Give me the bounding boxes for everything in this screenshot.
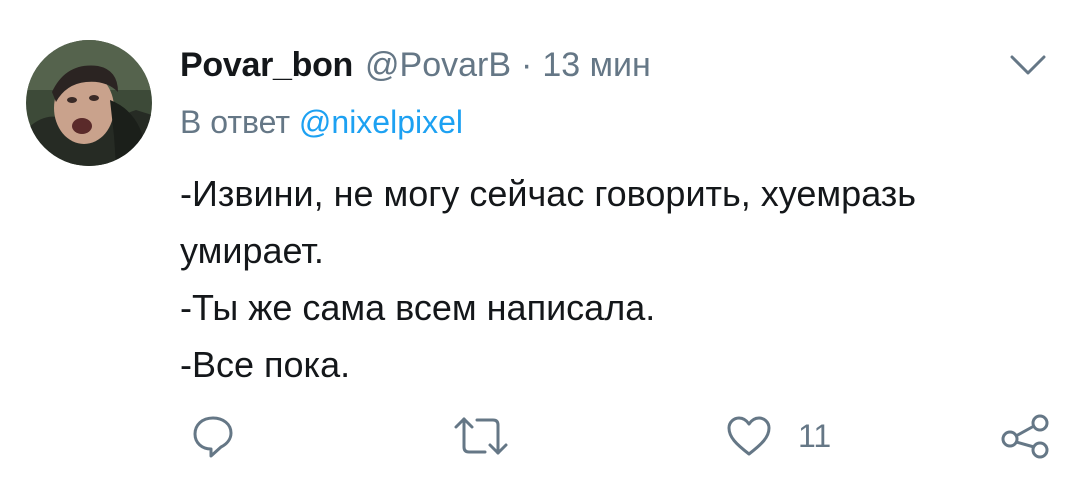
like-count: 11: [798, 417, 832, 454]
reply-icon: [190, 413, 236, 459]
like-button[interactable]: 11: [726, 412, 831, 460]
share-icon: [1000, 413, 1052, 459]
tweet-text-line: умирает.: [180, 230, 324, 271]
tweet-header: Povar_bon @PovarB · 13 мин: [180, 41, 651, 89]
reply-button[interactable]: [190, 412, 236, 460]
retweet-button[interactable]: [452, 412, 510, 460]
reply-mention-link[interactable]: @nixelpixel: [299, 104, 463, 140]
avatar[interactable]: [26, 40, 152, 166]
share-button[interactable]: [1000, 412, 1052, 460]
tweet-text-line: -Извини, не могу сейчас говорить, хуемра…: [180, 173, 917, 214]
like-icon: [726, 414, 772, 458]
tweet-text-line: -Ты же сама всем написала.: [180, 287, 656, 328]
user-handle[interactable]: @PovarB: [365, 46, 511, 85]
tweet-text: -Извини, не могу сейчас говорить, хуемра…: [180, 165, 1060, 393]
chevron-down-icon[interactable]: [1008, 52, 1048, 78]
tweet-timestamp[interactable]: 13 мин: [542, 46, 650, 85]
display-name[interactable]: Povar_bon: [180, 46, 353, 85]
reply-context: В ответ @nixelpixel: [180, 104, 463, 141]
reply-prefix: В ответ: [180, 104, 291, 140]
tweet-text-line: -Все пока.: [180, 344, 351, 385]
separator-dot: ·: [521, 45, 533, 84]
retweet-icon: [452, 413, 510, 459]
avatar-image: [26, 40, 152, 166]
